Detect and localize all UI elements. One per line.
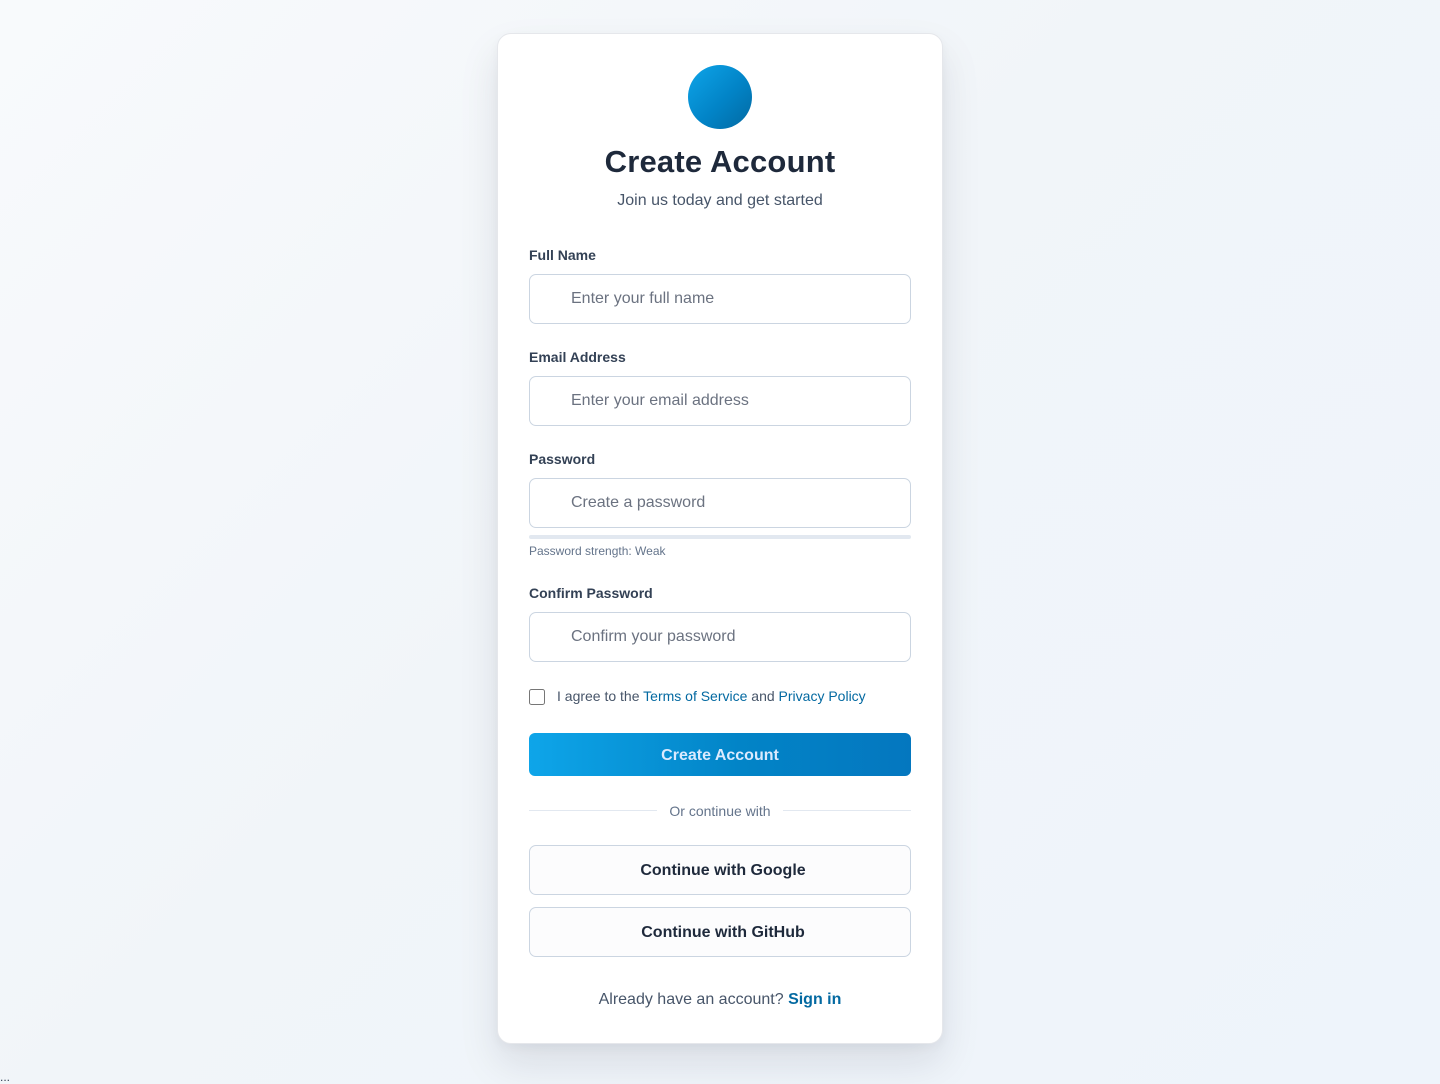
- divider-text: Or continue with: [669, 803, 771, 819]
- create-account-button[interactable]: Create Account: [529, 733, 911, 776]
- sign-in-link[interactable]: Sign in: [788, 991, 841, 1008]
- password-strength-text: Password strength: Weak: [529, 544, 666, 558]
- or-divider: Or continue with: [529, 801, 911, 821]
- email-input[interactable]: [529, 376, 911, 426]
- privacy-policy-link[interactable]: Privacy Policy: [779, 688, 866, 704]
- full-name-label: Full Name: [529, 247, 596, 263]
- password-strength-bar: [529, 535, 911, 539]
- page-title: Create Account: [604, 144, 836, 179]
- full-name-input[interactable]: [529, 274, 911, 324]
- terms-prefix: I agree to the: [557, 688, 640, 704]
- circle-logo-icon: [688, 65, 752, 129]
- divider-line-right: [783, 810, 911, 811]
- email-label: Email Address: [529, 349, 626, 365]
- terms-conjunction: and: [751, 688, 775, 704]
- signup-card: Create Account Join us today and get sta…: [497, 33, 943, 1044]
- signin-text: Already have an account?: [598, 991, 784, 1008]
- confirm-password-label: Confirm Password: [529, 585, 653, 601]
- password-label: Password: [529, 451, 596, 467]
- confirm-password-input[interactable]: [529, 612, 911, 662]
- terms-agreement: I agree to the Terms of Service and Priv…: [557, 688, 866, 704]
- password-input[interactable]: [529, 478, 911, 528]
- page-subtitle: Join us today and get started: [617, 192, 823, 209]
- continue-with-google-button[interactable]: Continue with Google: [529, 845, 911, 895]
- terms-of-service-link[interactable]: Terms of Service: [643, 688, 747, 704]
- continue-with-github-button[interactable]: Continue with GitHub: [529, 907, 911, 957]
- signin-prompt: Already have an account? Sign in: [498, 991, 942, 1009]
- terms-checkbox[interactable]: [529, 689, 545, 705]
- corner-dots: ...: [0, 1070, 11, 1084]
